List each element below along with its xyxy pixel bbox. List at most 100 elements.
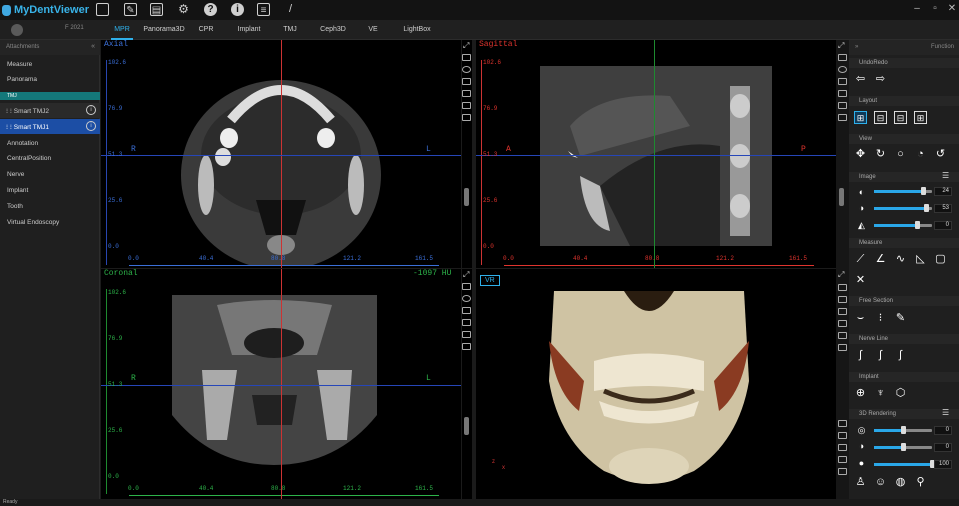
axial-viewport[interactable]: Axial R L 102.6 76.9 51.3 25.6 0.0 0.0 4…: [101, 40, 461, 268]
free-section-points-icon[interactable]: ⁝: [874, 312, 887, 325]
render-contrast-value[interactable]: 0: [934, 443, 952, 452]
tab-implant[interactable]: Implant: [232, 20, 266, 40]
left-item-tmj[interactable]: TMJ: [0, 92, 100, 100]
vr-preset-icon[interactable]: [838, 420, 847, 427]
layout-3x1-icon[interactable]: ⊟: [894, 111, 907, 124]
print-icon[interactable]: ▤: [150, 3, 163, 16]
vr-tool-icon[interactable]: [838, 308, 847, 315]
expand-icon[interactable]: ⤢: [463, 41, 469, 51]
reset-icon[interactable]: [462, 54, 471, 61]
coronal-crosshair-vertical[interactable]: [281, 269, 282, 499]
image-list-icon[interactable]: ☰: [942, 171, 949, 180]
sharpness-value[interactable]: 0: [934, 221, 952, 230]
image-icon[interactable]: [462, 114, 471, 121]
image-icon[interactable]: [838, 114, 847, 121]
sharpness-slider[interactable]: [874, 224, 932, 227]
axial-slice-scrollbar[interactable]: [464, 188, 469, 206]
help-icon[interactable]: ?: [204, 3, 217, 16]
edit-icon[interactable]: ✎: [124, 3, 137, 16]
histogram-icon[interactable]: [462, 78, 471, 85]
pan-icon[interactable]: ✥: [854, 148, 867, 161]
tooth-icon[interactable]: ♆: [874, 387, 887, 400]
undo-icon[interactable]: ⇦: [854, 73, 867, 86]
vr-preset-icon[interactable]: [838, 444, 847, 451]
lines-icon[interactable]: [838, 102, 847, 109]
coronal-slice-scrollbar[interactable]: [464, 417, 469, 435]
close-icon[interactable]: ✕: [946, 3, 958, 15]
contrast-value[interactable]: 53: [934, 204, 952, 213]
nerve-add-icon[interactable]: ∫: [854, 349, 867, 362]
add-implant-icon[interactable]: ⊕: [854, 387, 867, 400]
delete-measure-icon[interactable]: ✕: [854, 274, 867, 287]
render-brightness-value[interactable]: 100: [934, 460, 952, 469]
sagittal-crosshair-horizontal[interactable]: [476, 155, 836, 156]
render-contrast-slider-knob[interactable]: [900, 443, 906, 451]
info-icon[interactable]: i: [86, 105, 96, 115]
area-measure-icon[interactable]: ▢: [934, 253, 947, 266]
sagittal-slice-scrollbar[interactable]: [839, 188, 844, 206]
tab-ceph3d[interactable]: Ceph3D: [317, 20, 349, 40]
maximize-icon[interactable]: ▫: [929, 3, 941, 15]
sagittal-viewport[interactable]: Sagittal A P 102.6 76.9 51.3 25.6 0.0 0.…: [476, 40, 836, 268]
settings-icon[interactable]: ⚙: [177, 3, 190, 16]
eye-icon[interactable]: [838, 66, 847, 73]
vr-preset-icon[interactable]: [838, 468, 847, 475]
info-icon[interactable]: i: [231, 3, 244, 16]
tab-lightbox[interactable]: LightBox: [400, 20, 434, 40]
vr-tool-icon[interactable]: [838, 344, 847, 351]
expand-icon[interactable]: ⤢: [463, 270, 469, 280]
implant-3d-icon[interactable]: ⬡: [894, 387, 907, 400]
left-item-smart-tmj2[interactable]: ⁝ ⁝ Smart TMJ2 i: [0, 103, 100, 118]
collapse-left-icon[interactable]: «: [91, 43, 95, 50]
opacity-value[interactable]: 0: [934, 426, 952, 435]
layout-1x3-icon[interactable]: ⊟: [874, 111, 887, 124]
info-icon[interactable]: i: [86, 121, 96, 131]
vr-tool-icon[interactable]: [838, 296, 847, 303]
list-icon[interactable]: [838, 90, 847, 97]
tab-panorama3d[interactable]: Panorama3D: [141, 20, 187, 40]
left-item-nerve[interactable]: Nerve: [0, 167, 100, 182]
reset-icon[interactable]: [838, 54, 847, 61]
left-item-virtual-endoscopy[interactable]: Virtual Endoscopy: [0, 215, 100, 230]
lines-icon[interactable]: [462, 102, 471, 109]
lines-icon[interactable]: [462, 331, 471, 338]
tab-mpr[interactable]: MPR: [111, 20, 133, 40]
image-icon[interactable]: [462, 343, 471, 350]
histogram-icon[interactable]: [838, 78, 847, 85]
brush-icon[interactable]: /: [284, 3, 297, 16]
axial-crosshair-horizontal[interactable]: [101, 155, 461, 156]
angle-measure-icon[interactable]: ∠: [874, 253, 887, 266]
tooth-render-icon[interactable]: ♙: [854, 476, 867, 489]
person-render-icon[interactable]: ⚲: [914, 476, 927, 489]
expand-icon[interactable]: ⤢: [838, 41, 844, 51]
eye-icon[interactable]: [462, 295, 471, 302]
vr-preset-icon[interactable]: [838, 432, 847, 439]
render-brightness-slider[interactable]: [874, 463, 932, 466]
axial-crosshair-vertical[interactable]: [281, 40, 282, 268]
vr-tool-icon[interactable]: [838, 284, 847, 291]
layout-2x2-icon[interactable]: ⊞: [854, 111, 867, 124]
zoom-icon[interactable]: ○: [894, 148, 907, 161]
left-item-tooth[interactable]: Tooth: [0, 199, 100, 214]
vr-tool-icon[interactable]: [838, 320, 847, 327]
vr-preset-icon[interactable]: [838, 456, 847, 463]
list-icon[interactable]: [462, 319, 471, 326]
minimize-icon[interactable]: –: [911, 3, 923, 15]
layout-custom-icon[interactable]: ⊞: [914, 111, 927, 124]
list-icon[interactable]: [462, 90, 471, 97]
rotate-icon[interactable]: ↻: [874, 148, 887, 161]
free-section-edit-icon[interactable]: ✎: [894, 312, 907, 325]
sagittal-crosshair-vertical[interactable]: [654, 40, 655, 268]
coronal-crosshair-horizontal[interactable]: [101, 385, 461, 386]
user-avatar[interactable]: [11, 24, 23, 36]
brightness-slider-knob[interactable]: [920, 187, 926, 195]
curve-measure-icon[interactable]: ∿: [894, 253, 907, 266]
line-measure-icon[interactable]: ⟋: [854, 253, 867, 266]
vr-tool-icon[interactable]: [838, 332, 847, 339]
left-item-measure[interactable]: Measure: [0, 57, 100, 72]
nerve-edit-icon[interactable]: ∫: [874, 349, 887, 362]
redo-icon[interactable]: ⇨: [874, 73, 887, 86]
brightness-value[interactable]: 24: [934, 187, 952, 196]
airway-render-icon[interactable]: ◍: [894, 476, 907, 489]
reset-view-icon[interactable]: ↺: [934, 148, 947, 161]
